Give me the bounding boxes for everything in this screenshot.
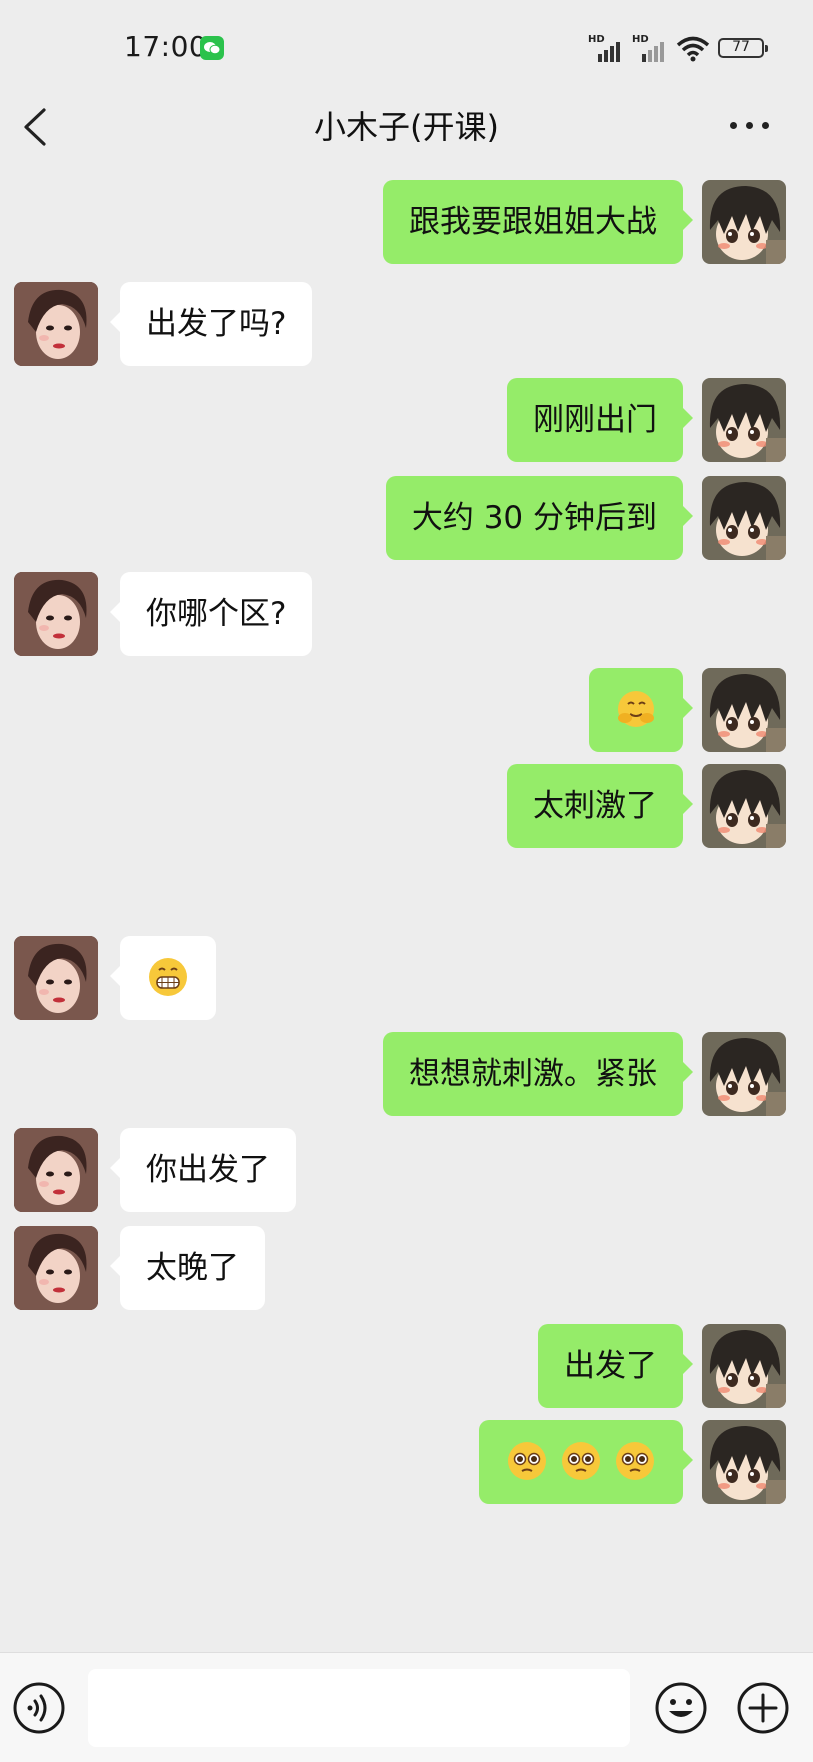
more-options-icon[interactable] [726,118,774,134]
contact-avatar[interactable] [14,1128,98,1212]
pleading-face-emoji-icon [508,1441,547,1480]
own-avatar[interactable] [702,180,786,264]
wechat-notification-icon [200,36,224,60]
input-bar [0,1652,813,1762]
message-row: 大约 30 分钟后到 [0,476,813,562]
message-bubble[interactable]: 你出发了 [110,1128,296,1212]
message-bubble[interactable]: 出发了吗? [109,282,313,366]
message-bubble[interactable]: 跟我要跟姐姐大战 [383,180,693,264]
message-row [0,668,813,754]
message-bubble[interactable]: 想想就刺激。紧张 [383,1032,693,1116]
message-bubble[interactable] [110,936,216,1020]
own-avatar[interactable] [702,1324,786,1408]
contact-avatar[interactable] [14,282,98,366]
own-avatar[interactable] [702,668,786,752]
contact-avatar[interactable] [14,936,98,1020]
battery-level: 77 [732,39,750,55]
pleading-face-emoji-icon [562,1441,601,1480]
emoji-face-icon[interactable] [654,1681,708,1735]
chat-header: 小木子(开课) [0,96,813,156]
message-row [0,936,813,1022]
contact-avatar[interactable] [14,572,98,656]
battery-icon: 77 [718,38,768,58]
message-bubble[interactable]: 大约 30 分钟后到 [385,476,694,560]
message-bubble[interactable]: 刚刚出门 [507,378,693,462]
message-row: 你哪个区? [0,572,813,658]
message-row: 太刺激了 [0,764,813,850]
message-row: 刚刚出门 [0,378,813,464]
own-avatar[interactable] [702,764,786,848]
message-row: 你出发了 [0,1128,813,1214]
message-row: 出发了 [0,1324,813,1410]
own-avatar[interactable] [702,1032,786,1116]
chat-title: 小木子(开课) [314,108,499,146]
pleading-face-emoji-icon [616,1441,654,1480]
status-time: 17:00 [124,30,208,63]
own-avatar[interactable] [702,378,786,462]
message-row: 出发了吗? [0,282,813,368]
message-bubble[interactable]: 出发了 [538,1324,693,1408]
message-row: 跟我要跟姐姐大战 [0,180,813,266]
wifi-icon [676,36,710,62]
message-row [0,1420,813,1506]
own-avatar[interactable] [702,476,786,560]
message-bubble[interactable]: 太晚了 [110,1226,265,1310]
message-input[interactable] [88,1669,630,1747]
message-list[interactable]: 跟我要跟姐姐大战 出发了吗? 刚刚出门 大约 30 分钟后到 你哪个区? 太刺激… [0,160,813,1650]
status-bar: 17:00 HD HD 77 [0,0,813,96]
contact-avatar[interactable] [14,1226,98,1310]
message-bubble[interactable]: 太刺激了 [507,764,693,848]
plus-icon[interactable] [736,1681,790,1735]
grin-face-emoji-icon [149,957,187,996]
message-row: 太晚了 [0,1226,813,1312]
message-bubble[interactable] [479,1420,693,1504]
voice-input-icon[interactable] [12,1681,66,1735]
message-bubble[interactable]: 你哪个区? [109,572,313,656]
own-avatar[interactable] [702,1420,786,1504]
message-row: 想想就刺激。紧张 [0,1032,813,1118]
hug-face-emoji-icon [618,690,654,727]
message-bubble[interactable] [589,668,693,752]
